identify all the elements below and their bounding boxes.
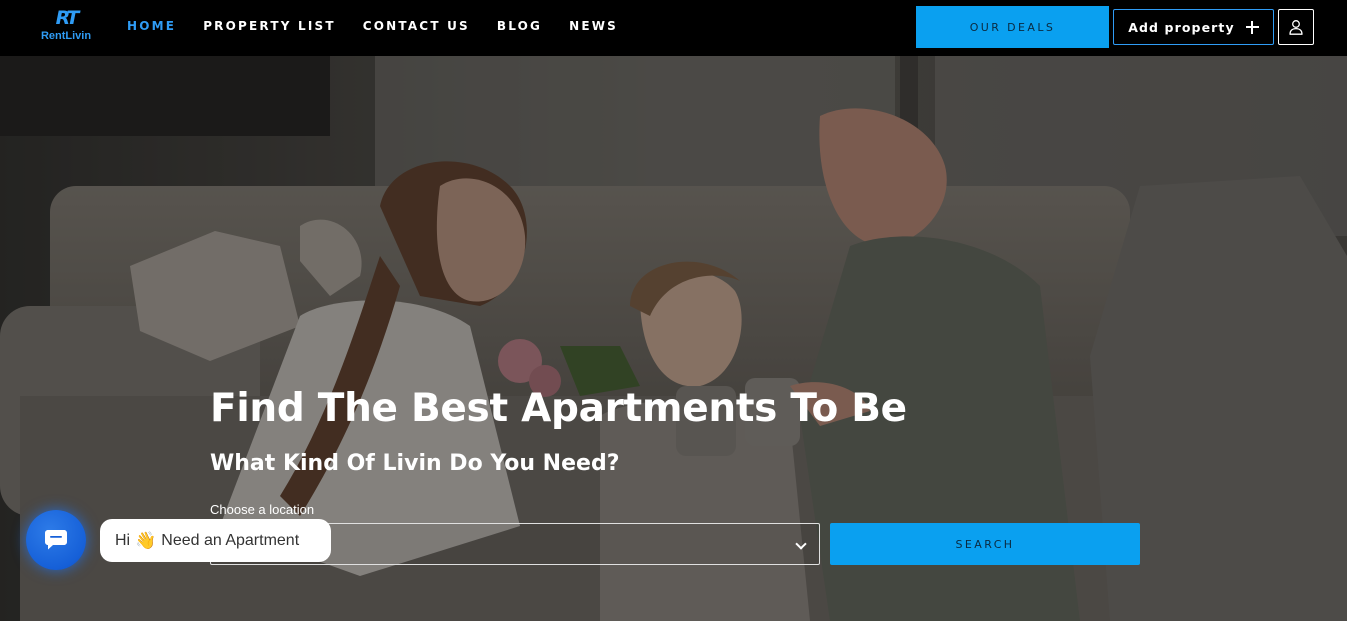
add-property-button[interactable]: Add property: [1113, 9, 1274, 45]
waving-hand-icon: 👋: [135, 530, 157, 551]
logo-text: RentLivin: [40, 30, 92, 42]
chat-greeting-bubble[interactable]: Hi 👋 Need an Apartment: [100, 519, 331, 562]
chat-launcher-button[interactable]: [26, 510, 86, 570]
chat-greeting-text: Need an Apartment: [161, 531, 300, 549]
nav-item-blog[interactable]: BLOG: [497, 19, 542, 33]
chevron-down-icon: [795, 538, 807, 550]
nav-item-home[interactable]: HOME: [127, 19, 176, 33]
hero-title: Find The Best Apartments To Be: [210, 386, 907, 431]
nav-item-contact-us[interactable]: CONTACT US: [363, 19, 470, 33]
add-property-label: Add property: [1128, 19, 1235, 35]
chat-icon: [45, 530, 67, 550]
our-deals-button[interactable]: OUR DEALS: [916, 6, 1109, 48]
user-icon: [1289, 20, 1303, 35]
logo-mark: RT: [55, 7, 80, 29]
chat-greeting-hi: Hi: [115, 531, 131, 549]
hero-subtitle: What Kind Of Livin Do You Need?: [210, 451, 620, 476]
rentlivin-logo[interactable]: RT RentLivin: [36, 9, 96, 47]
account-button[interactable]: [1278, 9, 1314, 45]
search-button[interactable]: SEARCH: [830, 523, 1140, 565]
top-navigation-bar: RT RentLivin HOME PROPERTY LIST CONTACT …: [0, 0, 1347, 56]
location-label: Choose a location: [210, 502, 315, 517]
nav-item-news[interactable]: NEWS: [569, 19, 618, 33]
nav-item-property-list[interactable]: PROPERTY LIST: [203, 19, 336, 33]
main-nav: HOME PROPERTY LIST CONTACT US BLOG NEWS: [127, 19, 618, 33]
plus-icon: [1245, 20, 1259, 34]
